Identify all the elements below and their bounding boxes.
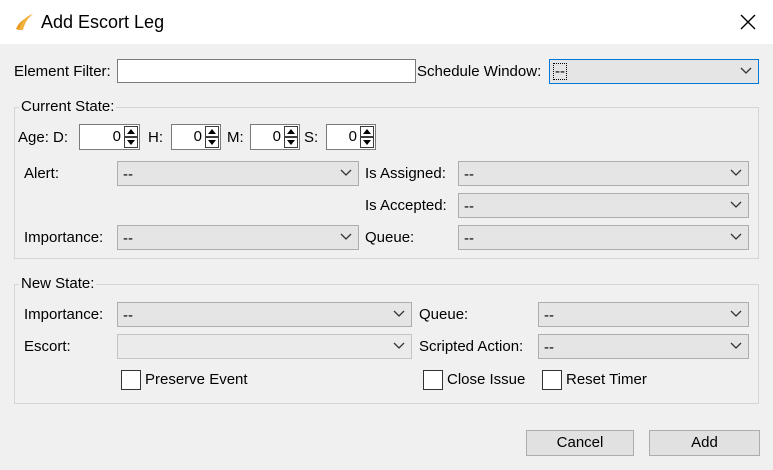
age-days-spinner[interactable]: 0 [79,124,140,150]
spinner-down-icon[interactable] [360,137,374,148]
scripted-action-label: Scripted Action: [419,338,524,355]
spinner-arrows [205,126,219,148]
is-accepted-value: -- [464,198,474,215]
close-icon[interactable] [738,12,758,32]
new-queue-label: Queue: [419,306,469,323]
scripted-action-select[interactable]: -- [538,334,749,359]
new-state-title: New State: [19,275,97,293]
element-filter-label: Element Filter: [14,63,111,80]
schedule-window-value: -- [553,63,567,80]
alert-label: Alert: [24,165,60,182]
close-issue-checkbox[interactable] [423,370,443,390]
new-importance-label: Importance: [24,306,104,323]
current-queue-value: -- [464,230,474,247]
age-minutes-spinner[interactable]: 0 [250,124,300,150]
spinner-down-icon[interactable] [124,137,138,148]
preserve-event-label: Preserve Event [145,371,248,388]
add-button[interactable]: Add [649,430,760,456]
reset-timer-label: Reset Timer [566,371,647,388]
title-bar: Add Escort Leg [0,0,773,45]
preserve-event-checkbox[interactable] [121,370,141,390]
age-hours-value: 0 [193,128,202,145]
spinner-arrows [124,126,138,148]
new-importance-value: -- [123,307,133,324]
spinner-up-icon[interactable] [124,126,138,137]
chevron-down-icon [730,310,742,317]
age-d-label: Age: D: [18,129,69,146]
is-assigned-label: Is Assigned: [365,165,446,182]
chevron-down-icon [730,201,742,208]
escort-select[interactable] [117,334,412,359]
reset-timer-checkbox[interactable] [542,370,562,390]
schedule-window-label: Schedule Window: [417,63,542,80]
age-m-label: M: [227,129,244,146]
chevron-down-icon [393,310,405,317]
spinner-down-icon[interactable] [284,137,298,148]
escort-label: Escort: [24,338,71,355]
current-importance-value: -- [123,230,133,247]
cancel-button[interactable]: Cancel [526,430,634,456]
importance-label: Importance: [24,229,104,246]
age-s-label: S: [304,129,319,146]
new-queue-select[interactable]: -- [538,302,749,327]
current-state-title: Current State: [19,98,117,116]
age-seconds-value: 0 [348,128,357,145]
age-hours-spinner[interactable]: 0 [171,124,221,150]
current-queue-select[interactable]: -- [458,225,749,250]
window-title: Add Escort Leg [41,12,165,32]
spinner-up-icon[interactable] [205,126,219,137]
current-importance-select[interactable]: -- [117,225,359,250]
alert-value: -- [123,166,133,183]
age-days-value: 0 [112,128,121,145]
age-h-label: H: [148,129,163,146]
chevron-down-icon [393,342,405,349]
queue-label: Queue: [365,229,415,246]
is-accepted-label: Is Accepted: [365,197,447,214]
spinner-arrows [284,126,298,148]
spinner-up-icon[interactable] [360,126,374,137]
schedule-window-select[interactable]: -- [549,59,759,84]
spinner-arrows [360,126,374,148]
chevron-down-icon [740,67,752,74]
scripted-action-value: -- [544,339,554,356]
is-assigned-value: -- [464,166,474,183]
new-importance-select[interactable]: -- [117,302,412,327]
spinner-up-icon[interactable] [284,126,298,137]
wing-logo-icon [16,14,33,30]
chevron-down-icon [730,169,742,176]
element-filter-input[interactable] [117,59,416,83]
chevron-down-icon [730,342,742,349]
new-queue-value: -- [544,307,554,324]
chevron-down-icon [730,233,742,240]
alert-select[interactable]: -- [117,161,359,186]
close-issue-label: Close Issue [447,371,526,388]
age-minutes-value: 0 [272,128,281,145]
chevron-down-icon [340,169,352,176]
age-seconds-spinner[interactable]: 0 [326,124,376,150]
is-assigned-select[interactable]: -- [458,161,749,186]
spinner-down-icon[interactable] [205,137,219,148]
is-accepted-select[interactable]: -- [458,193,749,218]
chevron-down-icon [340,233,352,240]
